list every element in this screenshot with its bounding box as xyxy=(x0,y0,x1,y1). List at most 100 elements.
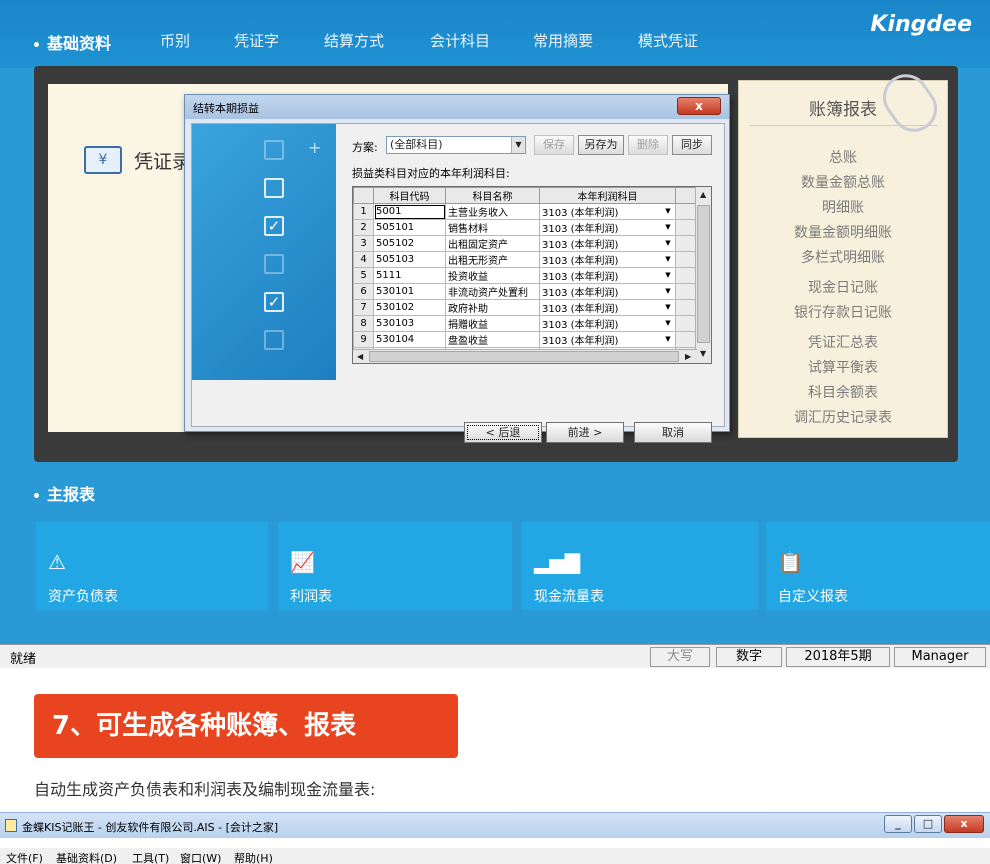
account-name-cell[interactable]: 投资收益 xyxy=(445,267,540,284)
dropdown-arrow-icon[interactable]: ▼ xyxy=(511,137,525,153)
account-code-cell[interactable]: 505101 xyxy=(373,219,446,236)
account-code-cell[interactable]: 530103 xyxy=(373,315,446,332)
menu-tools[interactable]: 工具(T) xyxy=(132,850,169,864)
menu-window[interactable]: 窗口(W) xyxy=(180,850,221,864)
nav-settlement[interactable]: 结算方式 xyxy=(324,30,384,51)
profit-account-cell[interactable]: 3103 (本年利润) ▼ xyxy=(539,283,676,300)
vertical-scrollbar[interactable]: ▲ ▼ xyxy=(695,187,711,363)
table-row[interactable]: 9 530104 盘盈收益 3103 (本年利润) ▼ xyxy=(353,331,698,348)
nav-common-summary[interactable]: 常用摘要 xyxy=(533,30,593,51)
account-name-cell[interactable]: 盘盈收益 xyxy=(445,331,540,348)
dropdown-arrow-icon[interactable]: ▼ xyxy=(662,317,674,329)
menu-basic-data[interactable]: 基础资料(D) xyxy=(56,850,117,864)
dropdown-arrow-icon[interactable]: ▼ xyxy=(662,253,674,265)
horizontal-scrollbar[interactable]: ◀ ▶ xyxy=(353,349,697,363)
profit-account-cell[interactable]: 3103 (本年利润) ▼ xyxy=(539,299,676,316)
scroll-right-icon[interactable]: ▶ xyxy=(685,352,691,361)
scheme-select[interactable]: (全部科目) ▼ xyxy=(386,136,526,154)
profit-account-cell[interactable]: 3103 (本年利润) ▼ xyxy=(539,235,676,252)
nav-accounts[interactable]: 会计科目 xyxy=(430,30,490,51)
window-titlebar[interactable]: 金蝶KIS记账王 - 创友软件有限公司.AIS - [会计之家] _ □ x xyxy=(0,812,990,838)
ledger-detail[interactable]: 明细账 xyxy=(739,197,947,217)
scrollbar-thumb[interactable] xyxy=(697,205,710,343)
menu-help[interactable]: 帮助(H) xyxy=(234,850,273,864)
tile-custom-report[interactable]: 📋 自定义报表 xyxy=(766,522,990,610)
scrollbar-thumb[interactable] xyxy=(369,351,679,362)
ledger-exchange-history[interactable]: 调汇历史记录表 xyxy=(739,407,947,427)
dropdown-arrow-icon[interactable]: ▼ xyxy=(662,205,674,217)
account-code-cell[interactable]: 530104 xyxy=(373,331,446,348)
profit-account-cell[interactable]: 3103 (本年利润) ▼ xyxy=(539,251,676,268)
profit-account-cell[interactable]: 3103 (本年利润) ▼ xyxy=(539,267,676,284)
dropdown-arrow-icon[interactable]: ▼ xyxy=(662,285,674,297)
ledger-trial-balance[interactable]: 试算平衡表 xyxy=(739,357,947,377)
table-row[interactable]: 3 505102 出租固定资产 3103 (本年利润) ▼ xyxy=(353,235,698,252)
account-name-cell[interactable]: 捐赠收益 xyxy=(445,315,540,332)
account-code-cell[interactable]: 530101 xyxy=(373,283,446,300)
col-header-name[interactable]: 科目名称 xyxy=(445,187,540,204)
profit-account-cell[interactable]: 3103 (本年利润) ▼ xyxy=(539,331,676,348)
tile-income-statement[interactable]: 📈 利润表 xyxy=(278,522,512,610)
scroll-left-icon[interactable]: ◀ xyxy=(357,352,363,361)
profit-account-cell[interactable]: 3103 (本年利润) ▼ xyxy=(539,315,676,332)
close-button[interactable]: x xyxy=(944,815,984,833)
col-header-code[interactable]: 科目代码 xyxy=(373,187,446,204)
account-code-cell[interactable]: 5001 xyxy=(373,203,446,220)
scroll-down-icon[interactable]: ▼ xyxy=(700,349,706,358)
table-row[interactable]: 8 530103 捐赠收益 3103 (本年利润) ▼ xyxy=(353,315,698,332)
profit-account-cell[interactable]: 3103 (本年利润) ▼ xyxy=(539,219,676,236)
account-name-cell[interactable]: 出租无形资产 xyxy=(445,251,540,268)
back-button[interactable]: < 后退 xyxy=(464,422,542,443)
dropdown-arrow-icon[interactable]: ▼ xyxy=(662,221,674,233)
ledger-qty-amount-detail[interactable]: 数量金额明细账 xyxy=(739,222,947,242)
delete-button[interactable]: 删除 xyxy=(628,135,668,155)
ledger-voucher-summary[interactable]: 凭证汇总表 xyxy=(739,332,947,352)
ledger-cash-journal[interactable]: 现金日记账 xyxy=(739,277,947,297)
maximize-button[interactable]: □ xyxy=(914,815,942,833)
dropdown-arrow-icon[interactable]: ▼ xyxy=(662,269,674,281)
table-row[interactable]: 6 530101 非流动资产处置利 3103 (本年利润) ▼ xyxy=(353,283,698,300)
ledger-bank-journal[interactable]: 银行存款日记账 xyxy=(739,302,947,322)
save-button[interactable]: 保存 xyxy=(534,135,574,155)
cancel-button[interactable]: 取消 xyxy=(634,422,712,443)
table-row[interactable]: 4 505103 出租无形资产 3103 (本年利润) ▼ xyxy=(353,251,698,268)
save-as-button[interactable]: 另存为 xyxy=(578,135,624,155)
account-code-cell[interactable]: 505103 xyxy=(373,251,446,268)
ledger-multi-column[interactable]: 多栏式明细账 xyxy=(739,247,947,267)
account-code-cell[interactable]: 5111 xyxy=(373,267,446,284)
profit-account-cell[interactable]: 3103 (本年利润) ▼ xyxy=(539,203,676,220)
dropdown-arrow-icon[interactable]: ▼ xyxy=(662,333,674,345)
ledger-qty-amount-general[interactable]: 数量金额总账 xyxy=(739,172,947,192)
account-name-cell[interactable]: 出租固定资产 xyxy=(445,235,540,252)
nav-template-voucher[interactable]: 模式凭证 xyxy=(638,30,698,51)
dropdown-arrow-icon[interactable]: ▼ xyxy=(662,301,674,313)
dialog-close-button[interactable]: x xyxy=(677,97,721,115)
menu-file[interactable]: 文件(F) xyxy=(6,850,43,864)
minimize-button[interactable]: _ xyxy=(884,815,912,833)
ledger-general-ledger[interactable]: 总账 xyxy=(739,147,947,167)
account-code-cell[interactable]: 530102 xyxy=(373,299,446,316)
voucher-entry[interactable]: ¥ 凭证录 xyxy=(84,146,191,174)
account-name-cell[interactable]: 政府补助 xyxy=(445,299,540,316)
table-row[interactable]: 5 5111 投资收益 3103 (本年利润) ▼ xyxy=(353,267,698,284)
scroll-up-icon[interactable]: ▲ xyxy=(700,190,706,199)
tile-balance-sheet[interactable]: ⚠ 资产负债表 xyxy=(36,522,268,610)
dropdown-arrow-icon[interactable]: ▼ xyxy=(662,237,674,249)
row-number-cell-text: 2 xyxy=(360,222,367,233)
ledger-account-balance[interactable]: 科目余额表 xyxy=(739,382,947,402)
account-code-cell[interactable]: 505102 xyxy=(373,235,446,252)
nav-currency[interactable]: 币别 xyxy=(160,30,190,51)
account-name-cell[interactable]: 非流动资产处置利 xyxy=(445,283,540,300)
next-button[interactable]: 前进 > xyxy=(546,422,624,443)
col-header-target[interactable]: 本年利润科目 xyxy=(539,187,676,204)
table-row[interactable]: 7 530102 政府补助 3103 (本年利润) ▼ xyxy=(353,299,698,316)
tile-cash-flow[interactable]: ▂▅▇ 现金流量表 xyxy=(522,522,758,610)
account-name-cell[interactable]: 主营业务收入 xyxy=(445,203,540,220)
nav-voucher-word[interactable]: 凭证字 xyxy=(234,30,279,51)
table-row[interactable]: 2 505101 销售材料 3103 (本年利润) ▼ xyxy=(353,219,698,236)
dialog-titlebar[interactable]: 结转本期损益 x xyxy=(185,95,729,119)
account-name-cell[interactable]: 销售材料 xyxy=(445,219,540,236)
sync-button[interactable]: 同步 xyxy=(672,135,712,155)
scheme-label: 方案: xyxy=(352,141,378,154)
table-row[interactable]: 1 5001 主营业务收入 3103 (本年利润) ▼ xyxy=(353,203,698,220)
